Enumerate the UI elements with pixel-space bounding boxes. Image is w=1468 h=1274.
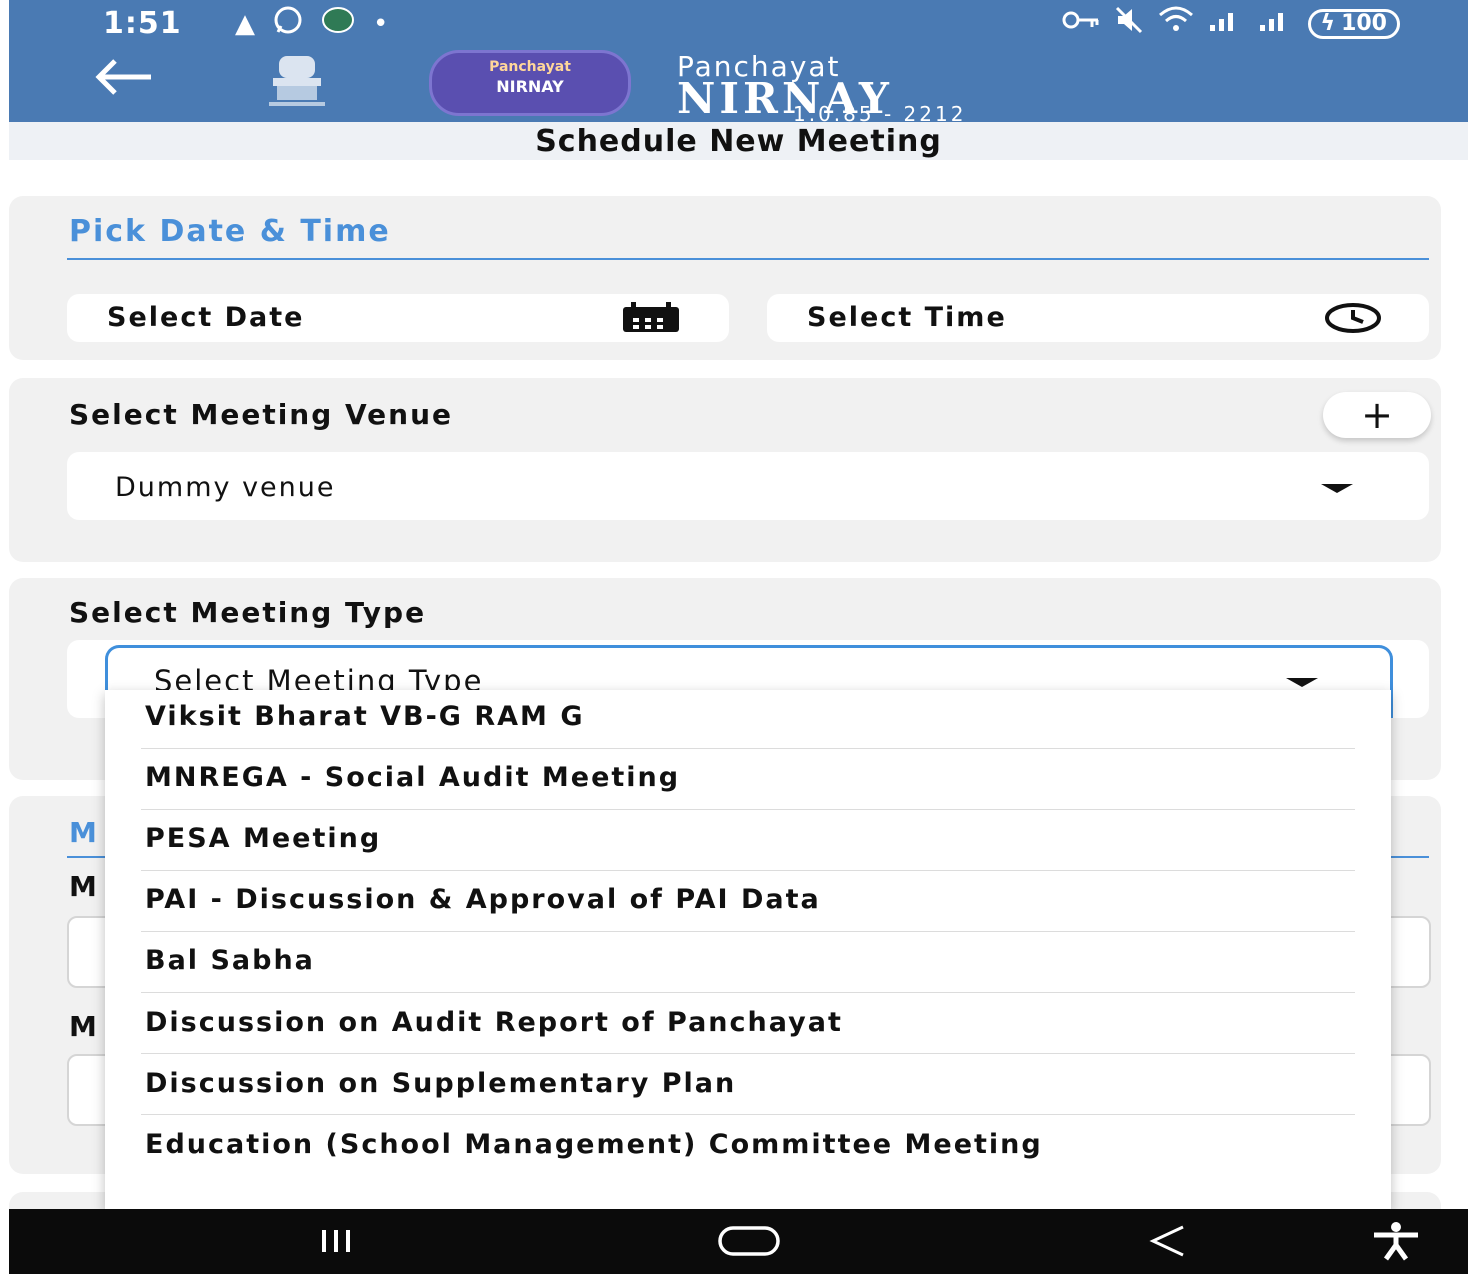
wifi-icon [1158, 5, 1194, 43]
menu-item-audit-report[interactable]: Discussion on Audit Report of Panchayat [145, 1008, 1353, 1038]
status-system-icons: ϟ 100 [1062, 5, 1400, 43]
recent-apps-button[interactable] [299, 1219, 373, 1263]
back-button[interactable] [1137, 1219, 1197, 1263]
select-time-label: Select Time [807, 302, 1007, 333]
menu-item-bal-sabha[interactable]: Bal Sabha [145, 946, 1353, 976]
date-time-card: Pick Date & Time Select Date Select Time [9, 196, 1441, 360]
venue-select[interactable]: Dummy venue [67, 452, 1429, 520]
clock-icon[interactable] [1323, 302, 1383, 338]
battery-bolt-icon: ϟ [1320, 11, 1336, 36]
select-time-field[interactable]: Select Time [767, 294, 1429, 342]
screen: 1:51 ▲ • ϟ 100 Panchayat NIRNAY Panchaya… [0, 0, 1468, 1274]
date-time-heading: Pick Date & Time [69, 214, 391, 249]
app-version: 1.0.85 - 2212 [793, 102, 967, 126]
plus-icon: + [1361, 393, 1393, 437]
signal-icon-2 [1258, 7, 1294, 41]
menu-item-mnrega-social-audit[interactable]: MNREGA - Social Audit Meeting [145, 763, 1353, 793]
app-header: 1:51 ▲ • ϟ 100 Panchayat NIRNAY Panchaya… [9, 0, 1468, 122]
obscured-label-2: M [69, 1010, 99, 1043]
home-button[interactable] [709, 1219, 789, 1263]
calendar-icon[interactable] [621, 302, 681, 338]
meeting-type-dropdown-menu: Viksit Bharat VB-G RAM G MNREGA - Social… [105, 690, 1391, 1210]
venue-card: Select Meeting Venue + Dummy venue [9, 378, 1441, 562]
menu-item-pesa[interactable]: PESA Meeting [145, 824, 1353, 854]
add-venue-button[interactable]: + [1323, 392, 1431, 438]
home-icon [718, 1226, 780, 1256]
dot-icon: • [373, 9, 389, 39]
chat-app-icon [321, 5, 355, 43]
select-date-label: Select Date [107, 302, 305, 333]
page-title: Schedule New Meeting [535, 124, 942, 159]
menu-item-school-management[interactable]: Education (School Management) Committee … [145, 1130, 1353, 1160]
mute-icon [1114, 5, 1144, 43]
venue-selected-value: Dummy venue [115, 472, 336, 503]
accessibility-button[interactable] [1361, 1219, 1431, 1263]
select-date-field[interactable]: Select Date [67, 294, 729, 342]
battery-level: 100 [1341, 11, 1387, 36]
app-logo: Panchayat NIRNAY [429, 50, 631, 116]
key-icon [1062, 8, 1100, 40]
accessibility-icon [1374, 1222, 1418, 1261]
obscured-label-1: M [69, 870, 99, 903]
back-icon [1149, 1225, 1184, 1257]
warning-icon: ▲ [235, 9, 255, 39]
venue-heading: Select Meeting Venue [69, 398, 454, 431]
obscured-heading: M [69, 816, 99, 849]
signal-icon [1208, 7, 1244, 41]
chevron-down-icon [1286, 678, 1318, 687]
status-notification-icons: ▲ • [235, 5, 389, 43]
system-navigation-bar [9, 1209, 1468, 1274]
status-time: 1:51 [103, 6, 182, 41]
back-arrow-icon[interactable] [89, 56, 169, 106]
meeting-type-heading: Select Meeting Type [69, 596, 427, 629]
recent-apps-icon [322, 1230, 350, 1252]
whatsapp-icon [273, 5, 303, 43]
menu-item-pai-discussion[interactable]: PAI - Discussion & Approval of PAI Data [145, 885, 1353, 915]
menu-item-supplementary-plan[interactable]: Discussion on Supplementary Plan [145, 1069, 1353, 1099]
chevron-down-icon [1321, 484, 1353, 493]
menu-item-viksit-bharat[interactable]: Viksit Bharat VB-G RAM G [145, 702, 1353, 732]
battery-indicator: ϟ 100 [1307, 9, 1400, 39]
national-emblem-icon [255, 54, 339, 110]
page-title-bar: 1.0.85 - 2212 Schedule New Meeting [9, 102, 1468, 160]
